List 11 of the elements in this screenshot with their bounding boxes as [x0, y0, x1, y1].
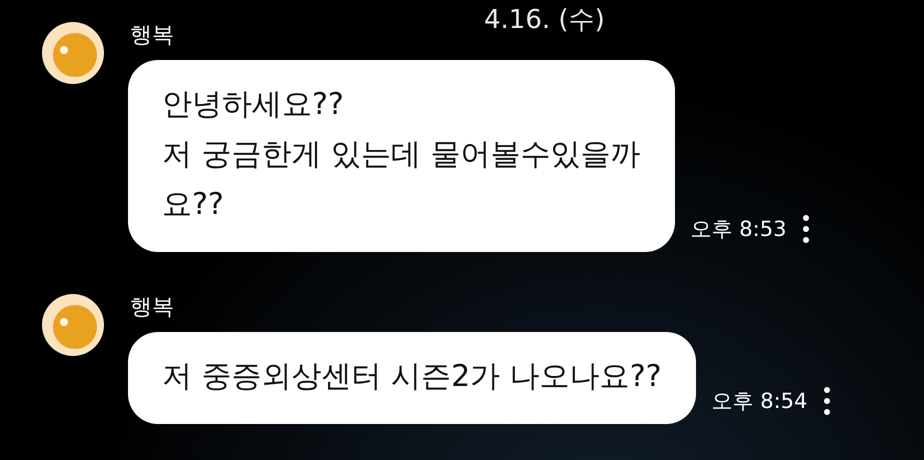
message-time: 오후 8:53 [690, 216, 786, 243]
more-icon[interactable] [823, 386, 832, 416]
message-time: 오후 8:54 [712, 388, 808, 415]
date-divider: 4.16. (수) [484, 4, 605, 37]
more-icon[interactable] [802, 214, 810, 244]
sender-name: 행복 [130, 294, 175, 322]
avatar-icon[interactable] [42, 294, 104, 356]
avatar-icon[interactable] [42, 22, 104, 84]
sender-name: 행복 [130, 22, 175, 50]
message-bubble: 안녕하세요?? 저 궁금한게 있는데 물어볼수있을까 요?? [128, 60, 675, 252]
message-bubble: 저 중증외상센터 시즌2가 나오나요?? [128, 332, 696, 424]
